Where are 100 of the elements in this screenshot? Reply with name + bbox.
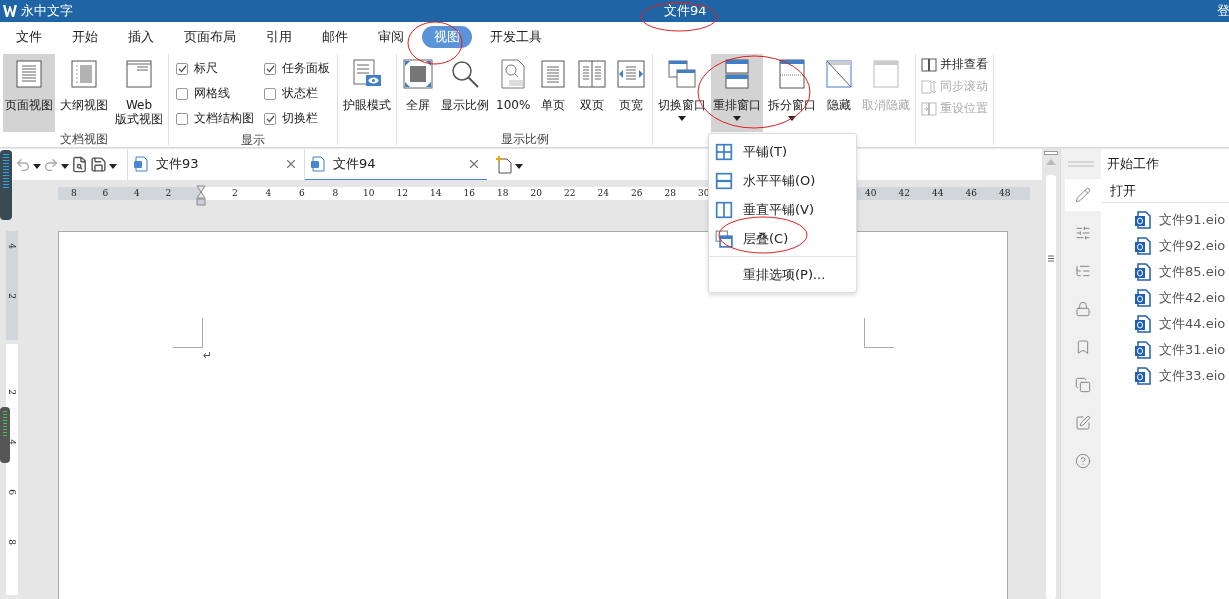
grip-icon[interactable] [1048,255,1054,262]
menu-tab[interactable]: 页面布局 [172,26,248,48]
file-link[interactable]: 文件42.eio [1101,285,1229,311]
checkbox-label: 任务面板 [282,60,330,77]
scroll-up-icon[interactable] [1046,159,1056,165]
menu-tab[interactable]: 插入 [116,26,166,48]
ribbon-button[interactable]: 全屏 [400,54,436,132]
ruler-number: 24 [596,187,610,200]
fullscreen-icon [402,58,434,90]
ribbon-button[interactable]: 页宽 [613,54,650,132]
ruler-number: 48 [998,187,1012,200]
check-icon [265,64,275,73]
group-label: 显示 [241,133,265,147]
pane-title: 开始工作 [1106,155,1160,173]
ruler-number: 2 [6,388,18,395]
checkbox[interactable] [176,112,188,125]
file-link[interactable]: 文件44.eio [1101,311,1229,337]
outline-lines-icon [68,58,100,90]
save-icon[interactable] [90,156,107,173]
vertical-tile-icon [715,200,733,219]
checkbox[interactable] [176,62,188,75]
file-link[interactable]: 文件91.eio [1101,207,1229,233]
two-pages-icon [576,58,609,90]
web-page-icon [123,58,155,90]
ribbon-button[interactable]: 拆分窗口 [766,54,819,132]
sliders-icon [1075,225,1091,241]
caret-icon [61,164,69,169]
menu-item[interactable]: 平铺(T) [709,137,856,166]
indent-marker-icon[interactable] [196,185,206,207]
level-meter-drawing [0,150,12,220]
file-link[interactable]: 文件31.eio [1101,337,1229,363]
side-by-side-icon [921,56,938,73]
caret-icon [678,116,687,121]
file-link[interactable]: 文件92.eio [1101,233,1229,259]
ruler-number: 2 [164,187,173,200]
file-link[interactable]: 文件33.eio [1101,363,1229,389]
checkbox[interactable] [264,62,276,75]
ribbon-button[interactable]: 隐藏 [821,54,858,132]
ruler-number: 42 [897,187,911,200]
sync-scroll-icon [921,78,938,95]
tile-icon [715,142,733,161]
document-icon [134,155,148,172]
file-icon [1135,237,1151,255]
menu-tab[interactable]: 引用 [254,26,304,48]
cascade-icon [715,229,733,248]
ruler-number: 16 [462,187,476,200]
checkbox[interactable] [264,87,276,100]
paragraph-mark: ↵ [203,349,213,362]
ribbon-button[interactable]: 显示比例 [439,54,491,132]
menu-item[interactable]: 重排选项(P)... [709,260,856,289]
ribbon-button[interactable]: 重排窗口 [711,54,764,132]
checkbox[interactable] [264,112,276,125]
menu-item[interactable]: 层叠(C) [709,224,856,253]
help-icon [1075,453,1091,469]
scrollbar[interactable] [1042,148,1060,599]
ribbon-button[interactable]: Web 版式视图 [113,54,165,132]
menu-item[interactable]: 垂直平铺(V) [709,195,856,224]
ruler-number: 6 [6,488,18,495]
group-label: 文档视图 [60,132,108,146]
checkbox-label: 切换栏 [282,110,318,127]
redo-icon[interactable] [43,156,59,173]
ribbon-button[interactable]: 护眼模式 [341,54,393,132]
checkbox[interactable] [176,87,188,100]
menu-tab[interactable]: 文件 [4,26,54,48]
ruler-number: 20 [529,187,543,200]
ruler-number: 6 [101,187,110,200]
ribbon-button[interactable]: 单页 [535,54,572,132]
menu-item[interactable]: 水平平铺(O) [709,166,856,195]
ribbon-button[interactable]: 页面视图 [3,54,55,132]
print-preview-icon[interactable] [71,156,88,173]
ribbon-button[interactable]: 大纲视图 [58,54,110,132]
ruler-number: 40 [864,187,878,200]
undo-icon[interactable] [15,156,31,173]
new-document-icon[interactable] [495,155,513,174]
ribbon-button[interactable]: 双页 [574,54,611,132]
ruler-number: 26 [630,187,644,200]
bookmark-icon [1075,339,1091,355]
ruler-number: 44 [931,187,945,200]
file-icon [1135,367,1151,385]
ribbon-button[interactable]: 并排查看 [921,56,989,73]
reset-position-icon [921,100,938,117]
ribbon-button[interactable]: 100% [494,54,533,132]
horizontal-tile-icon [715,171,733,190]
menu-tab[interactable]: 开始 [60,26,110,48]
page-width-icon [615,58,648,90]
caret-icon [733,116,742,121]
menu-tab[interactable]: 开发工具 [478,26,554,48]
menu-tab[interactable]: 审阅 [366,26,416,48]
ruler-number: 2 [230,187,239,200]
menu-icon[interactable] [1068,161,1094,167]
checkbox-label: 状态栏 [282,85,318,102]
edit-icon [1075,415,1091,431]
menu-tab[interactable]: 邮件 [310,26,360,48]
ribbon-button[interactable]: 切换窗口 [656,54,709,132]
ruler-number: 46 [964,187,978,200]
ruler-number: 10 [362,187,376,200]
split-handle[interactable] [1044,151,1058,155]
side-tab[interactable] [1065,179,1101,211]
ruler-number: 8 [6,538,18,545]
file-link[interactable]: 文件85.eio [1101,259,1229,285]
